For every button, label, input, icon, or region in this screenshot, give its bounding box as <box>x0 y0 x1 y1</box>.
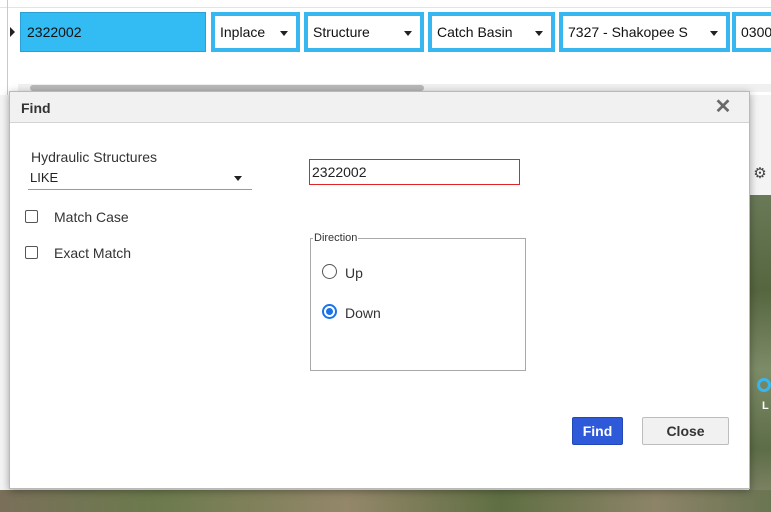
exact-match-checkbox[interactable] <box>25 246 38 259</box>
direction-up-label: Up <box>345 265 363 281</box>
cell-class-select[interactable]: Structure <box>304 12 424 52</box>
close-icon[interactable]: ✕ <box>713 97 733 117</box>
cell-next-select[interactable]: 0300 <box>732 12 771 52</box>
cell-type-select[interactable]: Catch Basin <box>428 12 555 52</box>
direction-down-label: Down <box>345 305 381 321</box>
chevron-down-icon <box>404 31 412 36</box>
direction-up-radio[interactable] <box>322 264 337 279</box>
search-input[interactable]: 2322002 <box>309 159 520 185</box>
chevron-down-icon <box>280 31 288 36</box>
operator-select[interactable]: LIKE <box>28 166 252 190</box>
layer-label: Hydraulic Structures <box>31 149 158 165</box>
map-imagery-bottom <box>0 490 771 512</box>
direction-down-radio[interactable] <box>322 304 337 319</box>
chevron-down-icon <box>710 31 718 36</box>
map-imagery <box>749 195 771 512</box>
map-tool-icon[interactable]: ⚙ <box>752 166 768 182</box>
cell-type-value: Catch Basin <box>437 24 513 40</box>
chevron-down-icon <box>535 31 543 36</box>
find-button[interactable]: Find <box>572 417 623 445</box>
cell-status-value: Inplace <box>220 24 266 40</box>
grid-left-divider <box>7 0 8 95</box>
grid-top-divider <box>0 7 771 8</box>
map-feature-label: L <box>762 400 769 412</box>
cell-id[interactable]: 2322002 <box>20 12 206 52</box>
cell-class-value: Structure <box>313 24 370 40</box>
cell-location-value: 7327 - Shakopee S <box>568 24 688 40</box>
operator-value: LIKE <box>30 170 59 185</box>
dialog-header[interactable]: Find ✕ <box>10 92 749 123</box>
exact-match-label: Exact Match <box>54 245 132 261</box>
match-case-label: Match Case <box>54 209 129 225</box>
cell-next-value: 0300 <box>741 24 771 40</box>
direction-group <box>310 238 526 371</box>
chevron-down-icon <box>234 176 242 181</box>
cell-location-select[interactable]: 7327 - Shakopee S <box>559 12 730 52</box>
match-case-checkbox[interactable] <box>25 210 38 223</box>
dialog-title: Find <box>21 100 51 116</box>
row-pointer-icon <box>10 27 15 37</box>
map-feature-marker[interactable] <box>757 378 771 392</box>
cell-status-select[interactable]: Inplace <box>211 12 300 52</box>
find-dialog: Find ✕ Hydraulic Structures LIKE 2322002… <box>9 91 750 489</box>
direction-legend: Direction <box>313 232 359 244</box>
radio-selected-dot <box>326 308 333 315</box>
close-button[interactable]: Close <box>642 417 729 445</box>
